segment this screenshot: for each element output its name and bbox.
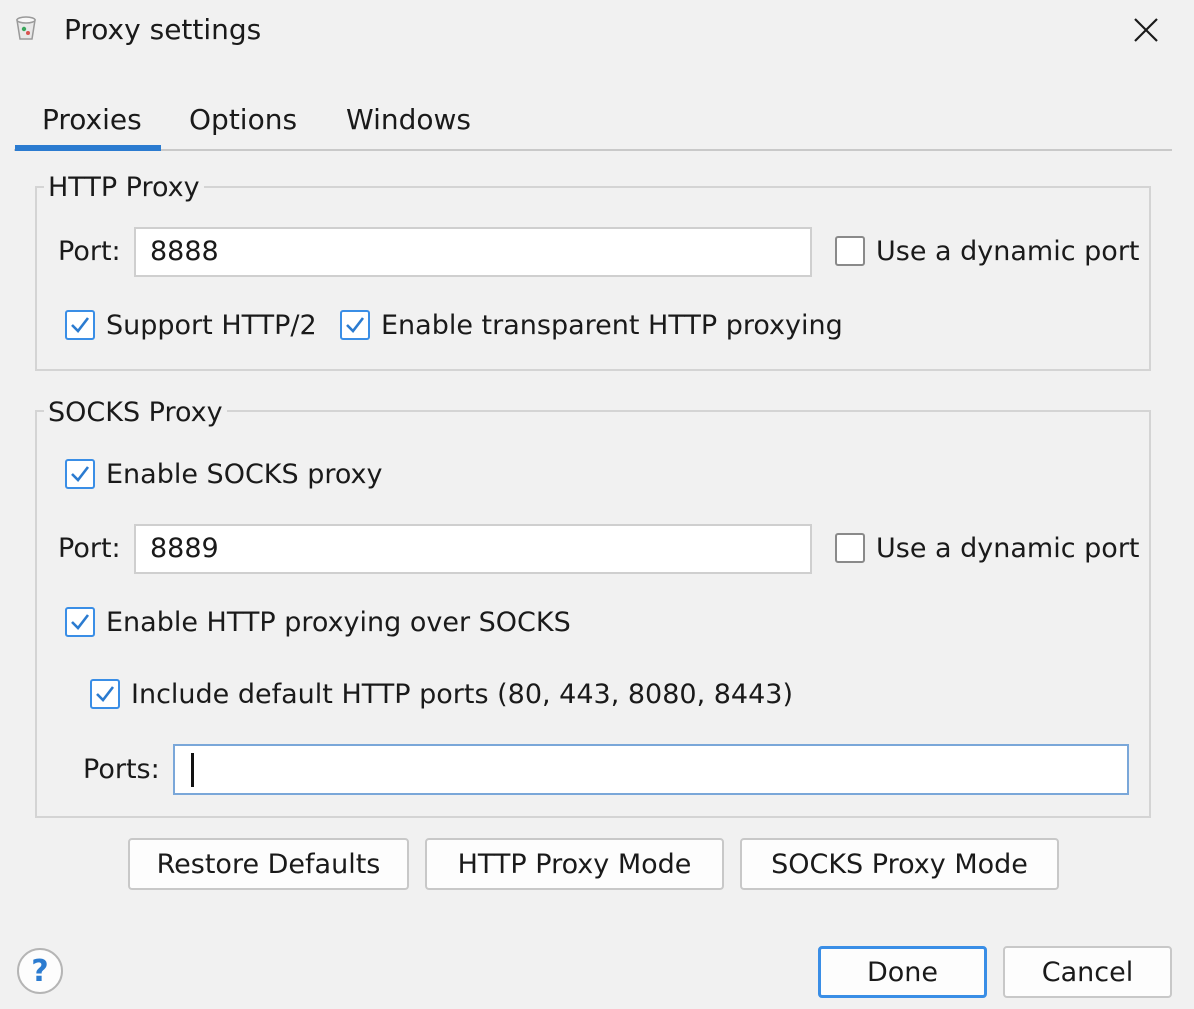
- http-dynamic-port-label: Use a dynamic port: [876, 236, 1140, 267]
- tab-windows[interactable]: Windows: [318, 100, 499, 140]
- close-icon: [1134, 18, 1158, 42]
- support-http2-label: Support HTTP/2: [106, 310, 317, 341]
- http-port-input[interactable]: 8888: [134, 227, 812, 277]
- app-icon: [12, 14, 40, 42]
- http-over-socks-label: Enable HTTP proxying over SOCKS: [106, 607, 571, 638]
- done-button[interactable]: Done: [818, 946, 987, 998]
- help-icon: ?: [31, 953, 49, 989]
- http-proxy-mode-button[interactable]: HTTP Proxy Mode: [425, 838, 724, 890]
- http-dynamic-port-checkbox[interactable]: [835, 236, 865, 266]
- enable-socks-checkbox[interactable]: [65, 459, 95, 489]
- help-button[interactable]: ?: [17, 948, 63, 994]
- socks-dynamic-port-checkbox[interactable]: [835, 533, 865, 563]
- http-port-label: Port:: [58, 236, 121, 267]
- restore-defaults-button[interactable]: Restore Defaults: [128, 838, 409, 890]
- socks-dynamic-port-label: Use a dynamic port: [876, 533, 1140, 564]
- socks-port-label: Port:: [58, 533, 121, 564]
- cancel-button[interactable]: Cancel: [1003, 946, 1172, 998]
- tab-options[interactable]: Options: [161, 100, 325, 140]
- active-tab-indicator: [15, 145, 161, 151]
- window-title: Proxy settings: [64, 13, 262, 46]
- check-icon: [96, 686, 115, 702]
- http-proxy-group-title: HTTP Proxy: [44, 170, 204, 206]
- tab-proxies[interactable]: Proxies: [14, 100, 170, 140]
- tab-strip-divider: [14, 149, 1172, 151]
- check-icon: [346, 317, 365, 333]
- check-icon: [71, 317, 90, 333]
- transparent-proxying-checkbox[interactable]: [340, 310, 370, 340]
- socks-proxy-group-title: SOCKS Proxy: [44, 395, 227, 431]
- ports-label: Ports:: [83, 754, 160, 785]
- default-ports-label: Include default HTTP ports (80, 443, 808…: [131, 679, 794, 710]
- enable-socks-label: Enable SOCKS proxy: [106, 459, 383, 490]
- socks-port-input[interactable]: 8889: [134, 524, 812, 574]
- check-icon: [71, 466, 90, 482]
- close-button[interactable]: [1122, 8, 1170, 52]
- support-http2-checkbox[interactable]: [65, 310, 95, 340]
- check-icon: [71, 614, 90, 630]
- ports-input[interactable]: [173, 744, 1129, 795]
- socks-proxy-mode-button[interactable]: SOCKS Proxy Mode: [740, 838, 1059, 890]
- text-caret: [191, 752, 194, 787]
- http-over-socks-checkbox[interactable]: [65, 607, 95, 637]
- default-ports-checkbox[interactable]: [90, 679, 120, 709]
- transparent-proxying-label: Enable transparent HTTP proxying: [381, 310, 843, 341]
